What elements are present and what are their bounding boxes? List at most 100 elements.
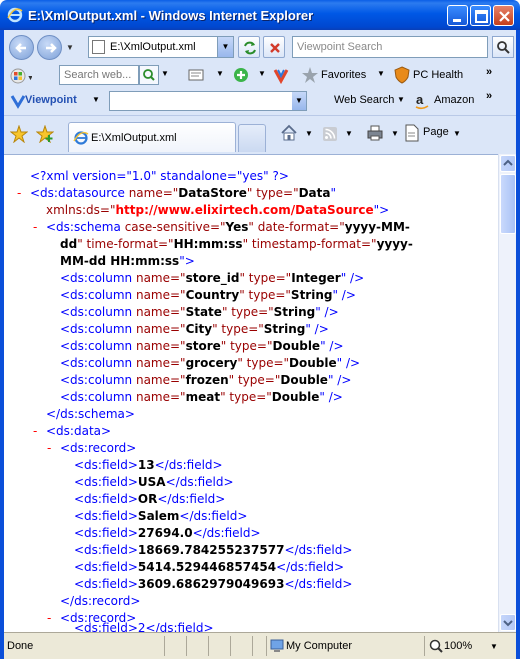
xml-attr: " timestamp-format=" bbox=[242, 237, 377, 251]
refresh-button[interactable] bbox=[238, 36, 260, 58]
partial-field-line: <ds:field>2</ds:field> bbox=[4, 620, 498, 632]
xml-attr: " date-format=" bbox=[248, 220, 345, 234]
address-bar[interactable]: E:\XmlOutput.xml ▼ bbox=[88, 36, 234, 58]
zoom-level[interactable]: 100% bbox=[444, 640, 472, 652]
scroll-down-button[interactable] bbox=[500, 614, 516, 631]
stop-button[interactable] bbox=[263, 36, 285, 58]
amazon-button[interactable]: Amazon bbox=[434, 94, 474, 106]
favorites-dropdown[interactable]: ▼ bbox=[377, 69, 385, 78]
forward-button[interactable] bbox=[37, 35, 62, 60]
windows-logo-icon[interactable]: ▼ bbox=[10, 67, 32, 85]
xml-tag: </ds:field> bbox=[157, 492, 226, 506]
collapse-toggle[interactable]: - bbox=[33, 219, 37, 236]
highlight-dropdown[interactable]: ▼ bbox=[216, 69, 224, 78]
page-menu-icon bbox=[405, 124, 419, 142]
more-links-chevron[interactable]: » bbox=[486, 90, 492, 102]
status-divider bbox=[208, 636, 209, 656]
shield-icon bbox=[394, 66, 410, 84]
search-options-dropdown[interactable]: ▼ bbox=[161, 69, 169, 78]
web-search-go-button[interactable] bbox=[139, 65, 159, 85]
print-dropdown[interactable]: ▼ bbox=[391, 129, 399, 138]
collapse-toggle[interactable]: - bbox=[17, 185, 21, 202]
close-button[interactable] bbox=[493, 5, 514, 26]
viewpoint-menu[interactable]: Viewpoint bbox=[25, 94, 77, 106]
xml-attr: name=" bbox=[135, 373, 186, 387]
pc-health-button[interactable]: PC Health bbox=[413, 69, 463, 81]
back-button[interactable] bbox=[9, 35, 34, 60]
xml-value: MM-dd HH:mm:ss bbox=[60, 254, 180, 268]
magnifier-icon bbox=[143, 69, 155, 81]
field-value: 5414.529446857454 bbox=[137, 560, 277, 574]
xml-value: yyyy-MM- bbox=[344, 220, 410, 234]
chevron-up-icon bbox=[503, 159, 513, 166]
minimize-button[interactable] bbox=[447, 5, 468, 26]
column-type: String bbox=[290, 288, 333, 302]
collapse-toggle[interactable]: - bbox=[33, 423, 37, 440]
page-dropdown[interactable]: ▼ bbox=[453, 129, 461, 138]
security-zone[interactable]: My Computer bbox=[286, 640, 352, 652]
tab-xmloutput[interactable]: E:\XmlOutput.xml bbox=[68, 122, 236, 152]
record-field: <ds:field>13</ds:field> bbox=[4, 457, 498, 474]
xml-punct: " /> bbox=[305, 322, 329, 336]
zoom-dropdown[interactable]: ▼ bbox=[490, 642, 498, 651]
recent-pages-dropdown[interactable]: ▼ bbox=[66, 43, 74, 52]
status-text: Done bbox=[7, 640, 34, 652]
viewpoint-search-input[interactable]: Viewpoint Search bbox=[297, 41, 382, 53]
viewpoint-search-box[interactable]: Viewpoint Search bbox=[292, 36, 488, 58]
field-value: USA bbox=[137, 475, 166, 489]
xml-punct: " /> bbox=[340, 271, 365, 285]
home-icon[interactable] bbox=[280, 124, 298, 142]
address-input[interactable]: E:\XmlOutput.xml bbox=[110, 41, 196, 53]
xml-tag: <ds:column bbox=[60, 373, 133, 387]
xml-tag: <ds:field> bbox=[74, 458, 138, 472]
xml-attr: " type=" bbox=[239, 288, 291, 302]
feeds-dropdown[interactable]: ▼ bbox=[345, 129, 353, 138]
column-definition: <ds:column name="store" type="Double" /> bbox=[4, 338, 498, 355]
favorites-button[interactable]: Favorites bbox=[321, 69, 366, 81]
feeds-icon[interactable] bbox=[322, 126, 338, 142]
xml-tag: <ds:field> bbox=[74, 543, 138, 557]
window-title: E:\XmlOutput.xml - Windows Internet Expl… bbox=[28, 8, 314, 23]
scroll-thumb[interactable] bbox=[500, 174, 516, 234]
collapse-toggle[interactable]: - bbox=[47, 440, 51, 457]
add-dropdown[interactable]: ▼ bbox=[258, 69, 266, 78]
viewpoint-search-field[interactable]: ▼ bbox=[109, 91, 307, 111]
web-search-dropdown[interactable]: ▼ bbox=[397, 95, 405, 104]
print-icon[interactable] bbox=[366, 124, 384, 142]
search-go-button[interactable] bbox=[492, 36, 514, 58]
xml-tag: </ds:field> bbox=[276, 560, 345, 574]
address-dropdown-button[interactable]: ▼ bbox=[217, 37, 233, 57]
record-field: <ds:field>18669.784255237577</ds:field> bbox=[4, 542, 498, 559]
favorites-center-icon[interactable] bbox=[10, 125, 28, 143]
column-name: Country bbox=[185, 288, 240, 302]
xml-tag: <ds:data> bbox=[46, 424, 112, 438]
xml-attr: name=" bbox=[135, 305, 186, 319]
page-menu-button[interactable]: Page bbox=[423, 126, 449, 138]
messenger-icon[interactable] bbox=[272, 66, 290, 84]
add-icon[interactable] bbox=[232, 66, 250, 84]
web-search-input[interactable]: Search web... bbox=[64, 69, 131, 81]
add-favorite-icon[interactable] bbox=[36, 125, 54, 143]
maximize-button[interactable] bbox=[470, 5, 491, 26]
new-tab-button[interactable] bbox=[238, 124, 266, 152]
viewpoint-search-dropdown[interactable]: ▼ bbox=[292, 92, 306, 110]
xml-declaration: <?xml version="1.0" standalone="yes" ?> bbox=[4, 168, 498, 185]
xml-value: dd bbox=[60, 237, 78, 251]
minimize-icon bbox=[453, 19, 461, 22]
highlight-icon[interactable] bbox=[187, 67, 207, 83]
viewpoint-dropdown[interactable]: ▼ bbox=[92, 95, 100, 104]
vertical-scrollbar[interactable] bbox=[498, 154, 516, 632]
scroll-up-button[interactable] bbox=[500, 155, 516, 172]
svg-text:▼: ▼ bbox=[27, 75, 32, 82]
web-search-box[interactable]: Search web... bbox=[59, 65, 139, 85]
xml-punct: " /> bbox=[327, 373, 352, 387]
web-search-button[interactable]: Web Search bbox=[334, 94, 394, 106]
field-value: 3609.6862979049693 bbox=[137, 577, 285, 591]
home-dropdown[interactable]: ▼ bbox=[305, 129, 313, 138]
column-definition: <ds:column name="State" type="String" /> bbox=[4, 304, 498, 321]
column-type: String bbox=[263, 322, 306, 336]
schema-element-cont2: MM-dd HH:mm:ss"> bbox=[4, 253, 498, 270]
window-frame-right bbox=[516, 30, 520, 659]
more-tools-chevron[interactable]: » bbox=[486, 66, 492, 78]
xml-punct: " bbox=[330, 186, 337, 200]
